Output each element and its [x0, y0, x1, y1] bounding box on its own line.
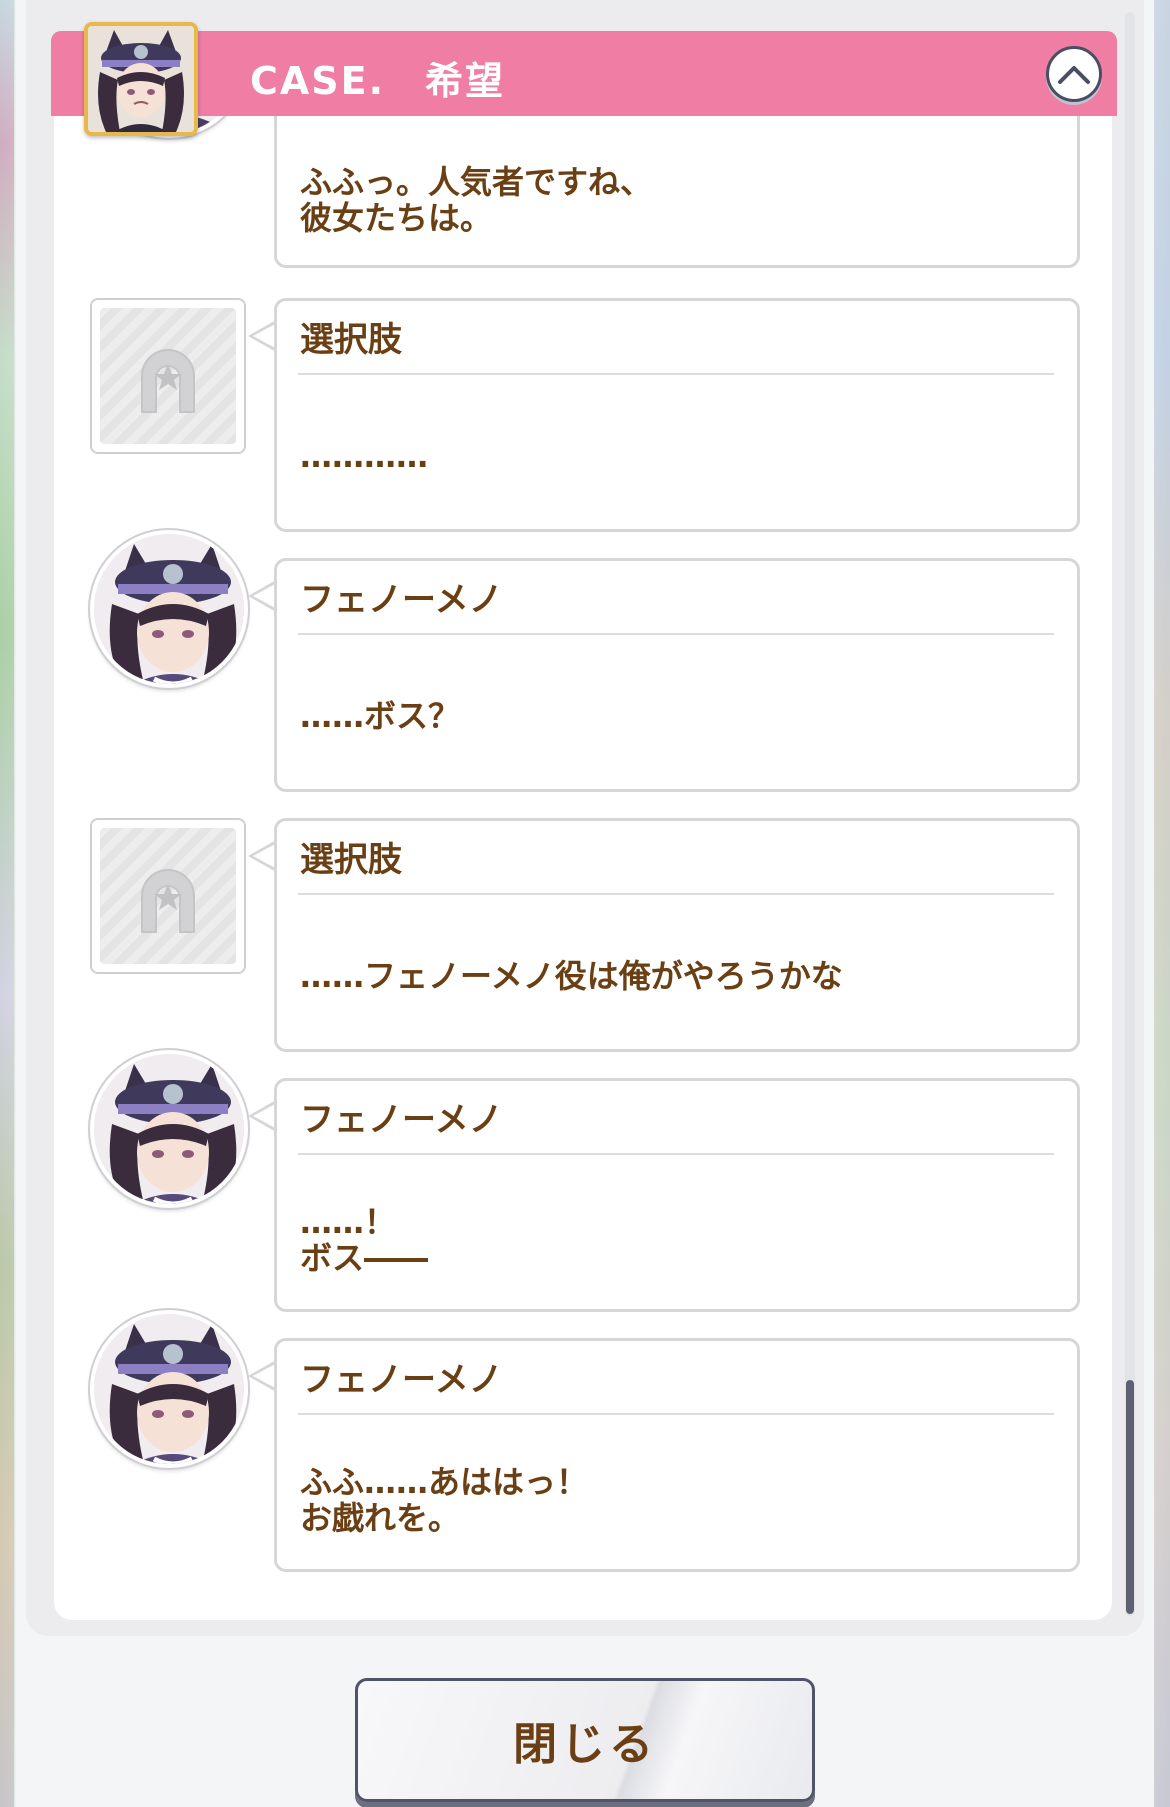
horseshoe-star-icon	[141, 349, 195, 413]
character-portrait	[90, 1050, 248, 1208]
log-entry: フェノーメノ ふふ……あははっ！ お戯れを。	[90, 1310, 1080, 1572]
dialogue-text: ふふっ。人気者ですね、 彼女たちは。	[300, 163, 653, 237]
speaker-name: フェノーメノ	[300, 580, 503, 620]
case-character-avatar	[84, 22, 198, 136]
divider	[298, 633, 1054, 635]
close-button-label: 閉じる	[513, 1719, 657, 1770]
page-title: CASE. 希望	[250, 59, 506, 103]
dialogue-text: ふふ……あははっ！ お戯れを。	[300, 1463, 589, 1537]
dialogue-text: ……ボス？	[300, 697, 461, 735]
collapse-button[interactable]	[1046, 46, 1102, 102]
speaker-name: 選択肢	[300, 840, 402, 880]
character-portrait	[90, 1310, 248, 1468]
close-button[interactable]: 閉じる	[355, 1678, 815, 1802]
background-right	[1154, 0, 1170, 1807]
scrollbar-thumb[interactable]	[1126, 1380, 1134, 1614]
horseshoe-star-icon	[141, 869, 195, 933]
log-entry: 選択肢 …………	[90, 298, 1080, 532]
divider	[298, 1153, 1054, 1155]
divider	[298, 1413, 1054, 1415]
divider	[298, 893, 1054, 895]
speaker-name: フェノーメノ	[300, 1100, 503, 1140]
dialogue-text: ……フェノーメノ役は俺がやろうかな	[300, 957, 843, 995]
log-entry-partial: ふふっ。人気者ですね、 彼女たちは。	[90, 100, 1080, 272]
chevron-up-icon	[1058, 66, 1090, 84]
background-left	[0, 0, 14, 1807]
log-entry: フェノーメノ ……ボス？	[90, 530, 1080, 792]
divider	[298, 373, 1054, 375]
dialogue-text: …………	[300, 437, 428, 475]
speaker-name: 選択肢	[300, 320, 402, 360]
dialogue-text: ……！ ボス――	[300, 1203, 429, 1277]
dialog-header	[51, 31, 1117, 116]
choice-placeholder-tile	[90, 818, 246, 974]
log-entry: フェノーメノ ……！ ボス――	[90, 1050, 1080, 1312]
log-entry: 選択肢 ……フェノーメノ役は俺がやろうかな	[90, 818, 1080, 1052]
speaker-name: フェノーメノ	[300, 1360, 503, 1400]
scrollbar-track[interactable]	[1125, 12, 1135, 1616]
character-portrait	[90, 530, 248, 688]
choice-placeholder-tile	[90, 298, 246, 454]
